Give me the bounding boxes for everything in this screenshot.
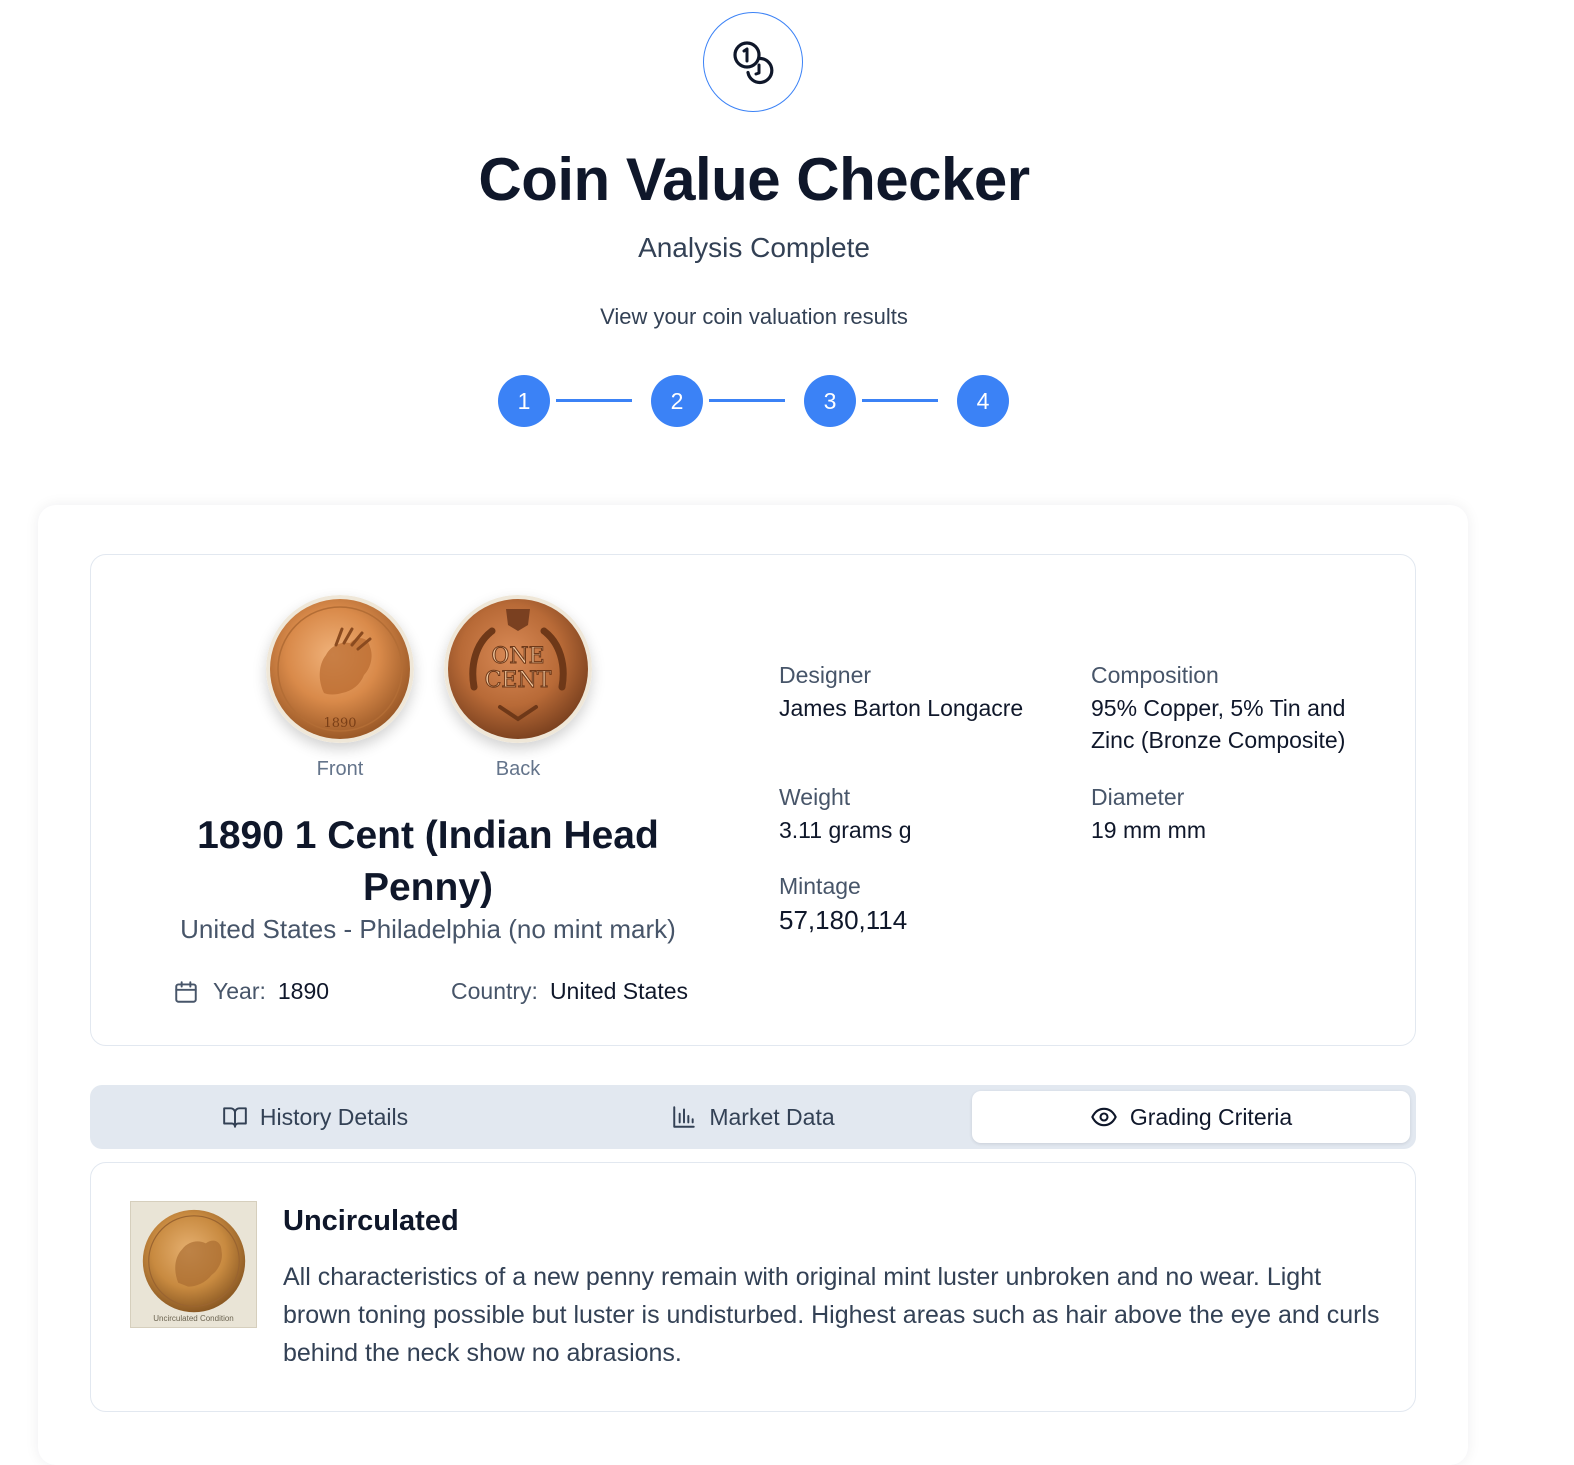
page-description: View your coin valuation results — [600, 304, 908, 329]
tab-grading-criteria[interactable]: Grading Criteria — [972, 1091, 1410, 1143]
app-title: Coin Value Checker — [478, 146, 1030, 213]
tab-market-data[interactable]: Market Data — [534, 1091, 972, 1143]
designer-label: Designer — [779, 662, 872, 688]
coin-year: Year: 1890 — [173, 978, 329, 1005]
page-subtitle: Analysis Complete — [638, 232, 870, 263]
weight-value: 3.11 grams g — [779, 817, 912, 843]
tab-market-data-label: Market Data — [709, 1103, 835, 1130]
coin-back-caption: Back — [495, 758, 541, 780]
coin-name: 1890 1 Cent (Indian Head Penny) — [197, 814, 659, 909]
tab-history-details-label: History Details — [259, 1103, 409, 1130]
country-label: Country: — [451, 978, 538, 1004]
calendar-icon — [175, 980, 197, 1003]
composition-value: 95% Copper, 5% Tin and Zinc (Bronze Comp… — [1091, 695, 1346, 753]
weight-label: Weight — [779, 784, 851, 810]
grade-description: All characteristics of a new penny remai… — [283, 1263, 1380, 1367]
eye-icon — [1091, 1107, 1117, 1127]
coin-back-text-cent: CENT — [485, 668, 552, 693]
tab-grading-criteria-label: Grading Criteria — [1129, 1103, 1293, 1130]
details-tabs: History Details Market Data Grading Crit… — [90, 1085, 1416, 1149]
diameter-value: 19 mm mm — [1091, 817, 1206, 843]
country-value: United States — [549, 978, 689, 1004]
step-connector — [709, 399, 785, 402]
year-value: 1890 — [277, 978, 330, 1004]
diameter-label: Diameter — [1091, 784, 1185, 810]
book-open-icon — [223, 1107, 247, 1128]
grading-sample-caption: Uncirculated Condition — [153, 1314, 234, 1323]
step-connector — [556, 399, 632, 402]
bar-chart-icon — [673, 1106, 696, 1128]
tab-history-details[interactable]: History Details — [96, 1091, 534, 1143]
coin-front-image[interactable]: 1890 — [266, 595, 414, 743]
coin-origin: United States - Philadelphia (no mint ma… — [180, 914, 676, 944]
coins-icon — [733, 41, 774, 85]
coin-country: Country: United States — [451, 978, 688, 1005]
coin-back-text-one: ONE — [491, 644, 544, 669]
step-3: 3 — [804, 375, 856, 427]
grade-title: Uncirculated — [283, 1205, 459, 1237]
designer-value: James Barton Longacre — [779, 695, 1024, 721]
coin-front-date: 1890 — [323, 716, 356, 731]
mintage-value: 57,180,114 — [779, 905, 908, 935]
step-1: 1 — [498, 375, 550, 427]
grading-sample-image[interactable] — [130, 1201, 257, 1328]
app-logo — [703, 12, 803, 112]
coin-back-image[interactable]: ONE CENT — [444, 595, 592, 743]
coin-front-caption: Front — [316, 758, 364, 780]
step-4: 4 — [957, 375, 1009, 427]
composition-label: Composition — [1091, 662, 1219, 688]
mintage-label: Mintage — [779, 873, 861, 899]
step-connector — [862, 399, 938, 402]
step-2: 2 — [651, 375, 703, 427]
year-label: Year: — [213, 978, 266, 1004]
